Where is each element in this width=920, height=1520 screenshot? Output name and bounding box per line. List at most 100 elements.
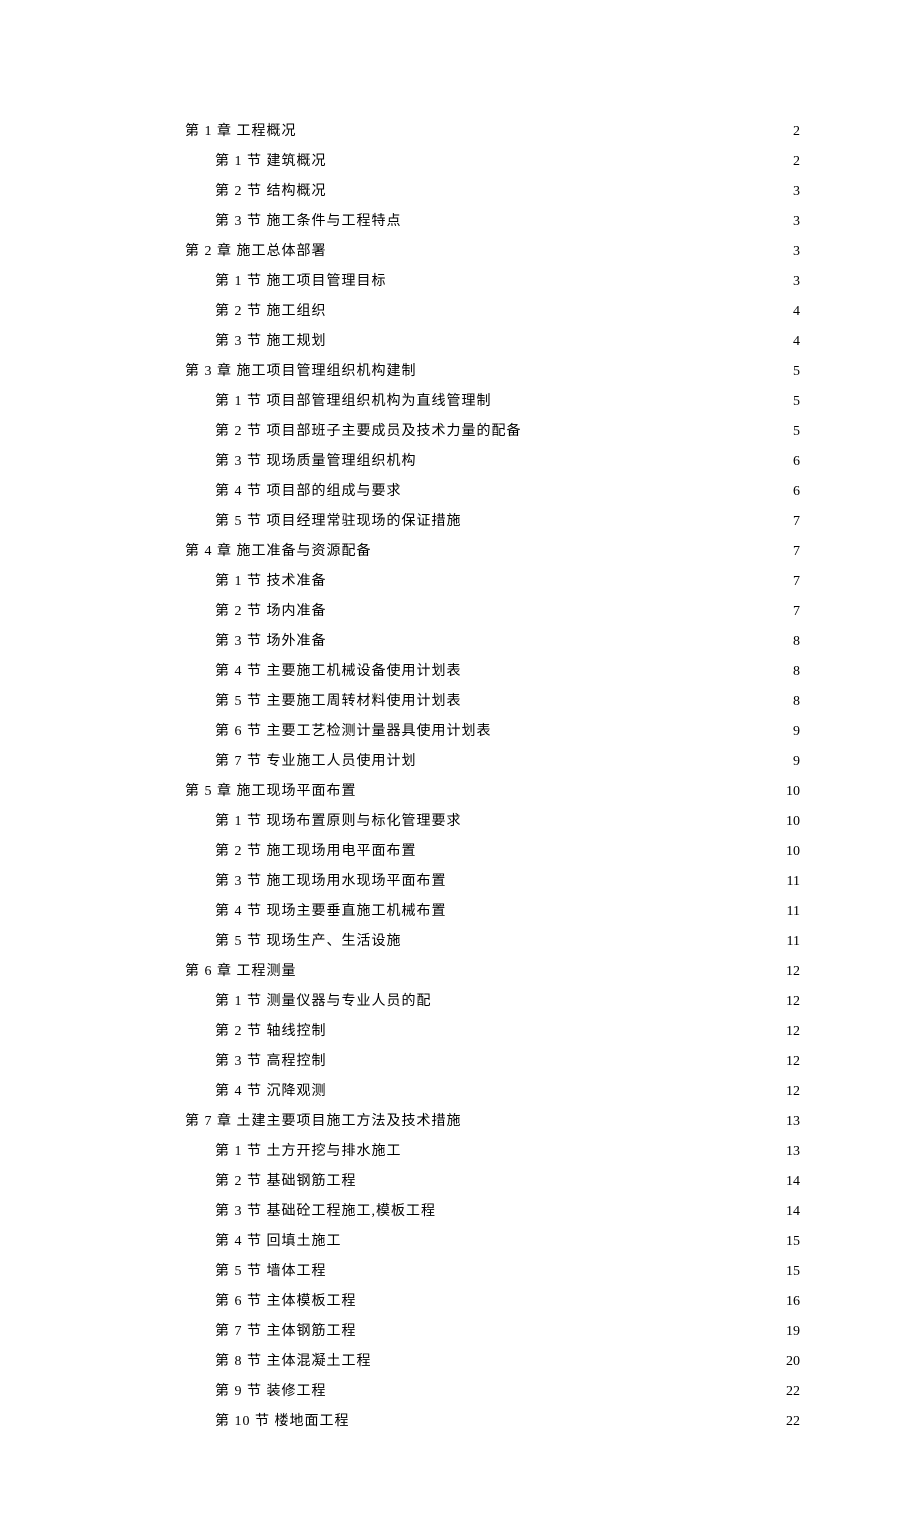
toc-entry-label: 第 5 章 施工现场平面布置 (185, 780, 357, 800)
toc-entry[interactable]: 第 4 章 施工准备与资源配备7 (120, 540, 800, 560)
toc-entry-page: 15 (786, 1234, 800, 1250)
toc-entry-page: 3 (793, 274, 800, 290)
toc-entry-label: 第 4 节 项目部的组成与要求 (215, 480, 402, 500)
toc-entry-page: 5 (793, 394, 800, 410)
toc-entry-label: 第 1 节 现场布置原则与标化管理要求 (215, 810, 462, 830)
toc-entry-label: 第 6 章 工程测量 (185, 960, 297, 980)
toc-entry-label: 第 5 节 主要施工周转材料使用计划表 (215, 690, 462, 710)
toc-entry-label: 第 4 节 现场主要垂直施工机械布置 (215, 900, 447, 920)
toc-entry[interactable]: 第 2 节 场内准备 7 (120, 600, 800, 620)
toc-entry-label: 第 2 节 施工组织 (215, 300, 327, 320)
toc-entry-label: 第 1 节 技术准备 (215, 570, 327, 590)
toc-entry-page: 6 (793, 454, 800, 470)
toc-entry-label: 第 2 节 轴线控制 (215, 1020, 327, 1040)
toc-entry-label: 第 2 章 施工总体部署 (185, 240, 327, 260)
toc-entry-page: 14 (786, 1174, 800, 1190)
toc-entry-page: 22 (786, 1384, 800, 1400)
toc-entry[interactable]: 第 3 节 施工条件与工程特点 3 (120, 210, 800, 230)
toc-entry-page: 7 (793, 544, 800, 560)
toc-entry-page: 10 (786, 784, 800, 800)
toc-entry[interactable]: 第 1 节 测量仪器与专业人员的配12 (120, 990, 800, 1010)
toc-entry[interactable]: 第 4 节 项目部的组成与要求6 (120, 480, 800, 500)
toc-entry[interactable]: 第 3 节 高程控制 12 (120, 1050, 800, 1070)
toc-entry[interactable]: 第 4 节 现场主要垂直施工机械布置 11 (120, 900, 800, 920)
toc-entry[interactable]: 第 5 节 主要施工周转材料使用计划表8 (120, 690, 800, 710)
toc-entry[interactable]: 第 3 章 施工项目管理组织机构建制5 (120, 360, 800, 380)
toc-entry[interactable]: 第 7 章 土建主要项目施工方法及技术措施13 (120, 1110, 800, 1130)
toc-entry-page: 9 (793, 724, 800, 740)
toc-entry-page: 4 (793, 304, 800, 320)
toc-entry[interactable]: 第 2 节 项目部班子主要成员及技术力量的配备5 (120, 420, 800, 440)
toc-entry-page: 2 (793, 124, 800, 140)
toc-entry[interactable]: 第 1 章 工程概况2 (120, 120, 800, 140)
toc-entry[interactable]: 第 1 节 施工项目管理目标 3 (120, 270, 800, 290)
toc-entry[interactable]: 第 8 节 主体混凝土工程 20 (120, 1350, 800, 1370)
toc-entry-label: 第 7 节 主体钢筋工程 (215, 1320, 357, 1340)
toc-entry-label: 第 1 节 施工项目管理目标 (215, 270, 387, 290)
toc-entry-page: 15 (786, 1264, 800, 1280)
toc-entry-page: 3 (793, 184, 800, 200)
toc-entry-page: 19 (786, 1324, 800, 1340)
toc-entry[interactable]: 第 1 节 项目部管理组织机构为直线管理制 5 (120, 390, 800, 410)
toc-entry-label: 第 5 节 项目经理常驻现场的保证措施 (215, 510, 462, 530)
toc-entry-label: 第 4 节 回填土施工 (215, 1230, 342, 1250)
toc-entry-label: 第 8 节 主体混凝土工程 (215, 1350, 372, 1370)
toc-entry-page: 11 (787, 904, 800, 920)
toc-entry-page: 3 (793, 214, 800, 230)
toc-entry[interactable]: 第 7 节 专业施工人员使用计划9 (120, 750, 800, 770)
toc-entry[interactable]: 第 4 节 主要施工机械设备使用计划表8 (120, 660, 800, 680)
toc-entry[interactable]: 第 2 节 施工现场用电平面布置10 (120, 840, 800, 860)
toc-entry-label: 第 5 节 墙体工程 (215, 1260, 327, 1280)
toc-entry-page: 7 (793, 604, 800, 620)
toc-entry[interactable]: 第 2 节 轴线控制 12 (120, 1020, 800, 1040)
toc-entry[interactable]: 第 6 节 主要工艺检测计量器具使用计划表 9 (120, 720, 800, 740)
toc-entry-page: 20 (786, 1354, 800, 1370)
toc-entry[interactable]: 第 3 节 施工现场用水现场平面布置11 (120, 870, 800, 890)
toc-entry[interactable]: 第 5 章 施工现场平面布置 10 (120, 780, 800, 800)
toc-entry-label: 第 4 节 主要施工机械设备使用计划表 (215, 660, 462, 680)
toc-entry[interactable]: 第 3 节 现场质量管理组织机构6 (120, 450, 800, 470)
toc-entry[interactable]: 第 5 节 现场生产、生活设施11 (120, 930, 800, 950)
toc-entry-label: 第 1 节 项目部管理组织机构为直线管理制 (215, 390, 492, 410)
toc-entry[interactable]: 第 1 节 土方开挖与排水施工13 (120, 1140, 800, 1160)
toc-entry-page: 3 (793, 244, 800, 260)
toc-entry[interactable]: 第 3 节 场外准备8 (120, 630, 800, 650)
toc-entry[interactable]: 第 5 节 项目经理常驻现场的保证措施7 (120, 510, 800, 530)
toc-entry-label: 第 2 节 场内准备 (215, 600, 327, 620)
toc-entry-page: 13 (786, 1114, 800, 1130)
toc-entry-label: 第 1 节 建筑概况 (215, 150, 327, 170)
toc-entry-label: 第 5 节 现场生产、生活设施 (215, 930, 402, 950)
toc-entry-label: 第 3 节 高程控制 (215, 1050, 327, 1070)
toc-entry[interactable]: 第 1 节 建筑概况2 (120, 150, 800, 170)
toc-entry-label: 第 10 节 楼地面工程 (215, 1410, 350, 1430)
toc-entry[interactable]: 第 4 节 沉降观测 12 (120, 1080, 800, 1100)
toc-entry[interactable]: 第 4 节 回填土施工 15 (120, 1230, 800, 1250)
toc-entry-label: 第 4 节 沉降观测 (215, 1080, 327, 1100)
toc-entry-label: 第 3 章 施工项目管理组织机构建制 (185, 360, 417, 380)
toc-entry[interactable]: 第 2 节 基础钢筋工程14 (120, 1170, 800, 1190)
toc-entry-page: 12 (786, 1084, 800, 1100)
toc-entry[interactable]: 第 2 节 结构概况3 (120, 180, 800, 200)
toc-entry-page: 12 (786, 1054, 800, 1070)
toc-entry[interactable]: 第 1 节 技术准备7 (120, 570, 800, 590)
toc-entry[interactable]: 第 6 章 工程测量12 (120, 960, 800, 980)
toc-entry[interactable]: 第 1 节 现场布置原则与标化管理要求 10 (120, 810, 800, 830)
toc-entry[interactable]: 第 2 章 施工总体部署 3 (120, 240, 800, 260)
table-of-contents: 第 1 章 工程概况2第 1 节 建筑概况2第 2 节 结构概况3第 3 节 施… (120, 120, 800, 1430)
toc-entry-label: 第 1 节 测量仪器与专业人员的配 (215, 990, 432, 1010)
toc-entry[interactable]: 第 3 节 基础砼工程施工,模板工程 14 (120, 1200, 800, 1220)
toc-entry-label: 第 3 节 基础砼工程施工,模板工程 (215, 1200, 436, 1220)
toc-entry-page: 14 (786, 1204, 800, 1220)
toc-entry[interactable]: 第 9 节 装修工程22 (120, 1380, 800, 1400)
toc-entry-page: 10 (786, 814, 800, 830)
toc-entry[interactable]: 第 2 节 施工组织 4 (120, 300, 800, 320)
toc-entry[interactable]: 第 6 节 主体模板工程16 (120, 1290, 800, 1310)
toc-entry-page: 22 (786, 1414, 800, 1430)
toc-entry-label: 第 3 节 施工条件与工程特点 (215, 210, 402, 230)
toc-entry-label: 第 6 节 主要工艺检测计量器具使用计划表 (215, 720, 492, 740)
toc-entry[interactable]: 第 7 节 主体钢筋工程 19 (120, 1320, 800, 1340)
toc-entry-page: 12 (786, 1024, 800, 1040)
toc-entry[interactable]: 第 3 节 施工规划4 (120, 330, 800, 350)
toc-entry[interactable]: 第 5 节 墙体工程 15 (120, 1260, 800, 1280)
toc-entry[interactable]: 第 10 节 楼地面工程 22 (120, 1410, 800, 1430)
